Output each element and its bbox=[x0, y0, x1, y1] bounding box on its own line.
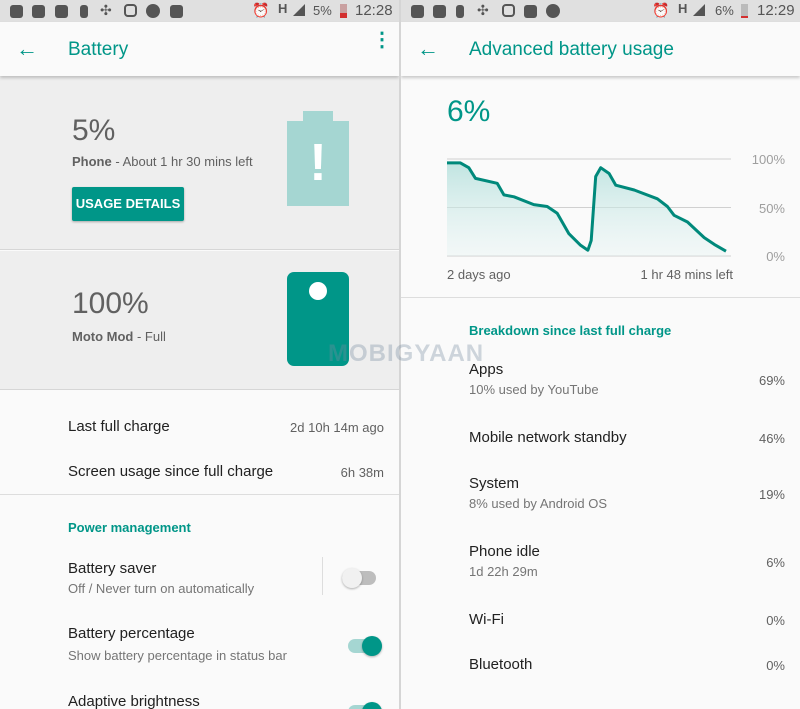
phone-battery-percent: 5% bbox=[72, 114, 116, 147]
back-arrow-icon[interactable]: ← bbox=[417, 36, 439, 62]
clock: 12:29 bbox=[757, 2, 795, 19]
item-percent: 6% bbox=[766, 555, 785, 570]
battery-percent: 6% bbox=[715, 3, 734, 18]
app-icon bbox=[546, 4, 560, 18]
setting-subtitle: Show battery percentage in status bar bbox=[68, 648, 287, 663]
item-subtitle: 8% used by Android OS bbox=[469, 496, 608, 511]
notification-icon bbox=[411, 5, 424, 18]
y-tick-100: 100% bbox=[751, 152, 785, 167]
adaptive-brightness-setting[interactable]: Adaptive brightness bbox=[0, 688, 399, 709]
notification-icon bbox=[433, 5, 446, 18]
moto-mod-card: 100% Moto Mod - Full bbox=[0, 251, 399, 390]
mod-battery-percent: 100% bbox=[72, 287, 149, 320]
item-title: Phone idle bbox=[469, 543, 540, 560]
alert-icon bbox=[10, 5, 23, 18]
usage-item[interactable]: Wi-Fi 0% bbox=[401, 610, 800, 654]
usage-item[interactable]: Bluetooth 0% bbox=[401, 655, 800, 699]
usage-item[interactable]: Phone idle 1d 22h 29m 6% bbox=[401, 542, 800, 586]
setting-title: Adaptive brightness bbox=[68, 693, 200, 709]
back-arrow-icon[interactable]: ← bbox=[16, 36, 38, 62]
battery-saver-setting[interactable]: Battery saver Off / Never turn on automa… bbox=[0, 555, 399, 600]
battery-icon bbox=[741, 4, 748, 18]
battery-alert-icon: ! bbox=[287, 121, 349, 206]
alarm-icon: ⏰ bbox=[252, 2, 270, 18]
phone-battery-card: 5% Phone - About 1 hr 30 mins left USAGE… bbox=[0, 76, 399, 250]
network-type: H bbox=[278, 1, 288, 16]
status-bar: ✣ ⏰ H 6% 12:29 bbox=[401, 0, 800, 22]
item-title: Wi-Fi bbox=[469, 611, 504, 628]
device-name: Moto Mod bbox=[72, 329, 134, 344]
screen-usage-label: Screen usage since full charge bbox=[68, 463, 274, 480]
page-title: Advanced battery usage bbox=[469, 39, 674, 60]
battery-percent: 5% bbox=[313, 3, 332, 18]
watermark-logo: MOBIGYAAN bbox=[328, 340, 485, 367]
item-title: Bluetooth bbox=[469, 656, 533, 673]
section-header: Breakdown since last full charge bbox=[469, 323, 672, 338]
item-subtitle: 10% used by YouTube bbox=[469, 382, 599, 397]
section-header: Power management bbox=[68, 520, 191, 535]
battery-saver-toggle[interactable] bbox=[342, 568, 376, 588]
phone-icon bbox=[80, 5, 88, 18]
time-left: - About 1 hr 30 mins left bbox=[111, 154, 253, 169]
usage-item[interactable]: System 8% used by Android OS 19% bbox=[401, 474, 800, 518]
divider bbox=[401, 297, 800, 298]
app-bar: ← Advanced battery usage bbox=[401, 22, 800, 76]
status-bar: ✣ ⏰ H 5% 12:28 bbox=[0, 0, 399, 22]
clock: 12:28 bbox=[355, 2, 393, 19]
battery-icon bbox=[340, 4, 347, 18]
usage-item[interactable]: Mobile network standby 46% bbox=[401, 428, 800, 472]
gallery-icon bbox=[524, 5, 537, 18]
y-tick-50: 50% bbox=[758, 201, 785, 216]
setting-subtitle: Off / Never turn on automatically bbox=[68, 581, 255, 596]
item-title: System bbox=[469, 475, 520, 492]
app-icon bbox=[146, 4, 160, 18]
y-tick-0: 0% bbox=[766, 249, 785, 264]
item-title: Mobile network standby bbox=[469, 429, 627, 446]
divider bbox=[0, 494, 399, 495]
screen-usage-value: 6h 38m bbox=[340, 465, 384, 480]
setting-title: Battery saver bbox=[68, 560, 157, 577]
notification-icon bbox=[32, 5, 45, 18]
alarm-icon: ⏰ bbox=[652, 2, 670, 18]
x-label-start: 2 days ago bbox=[447, 267, 511, 282]
phone-icon bbox=[456, 5, 464, 18]
app-bar: ← Battery ⋮ bbox=[0, 22, 399, 76]
usage-area bbox=[447, 162, 726, 256]
more-options-icon[interactable]: ⋮ bbox=[372, 30, 392, 50]
battery-percentage-setting[interactable]: Battery percentage Show battery percenta… bbox=[0, 620, 399, 665]
usage-details-button[interactable]: USAGE DETAILS bbox=[72, 187, 184, 221]
mod-status: - Full bbox=[133, 329, 166, 344]
device-name: Phone bbox=[72, 154, 112, 169]
item-subtitle: 1d 22h 29m bbox=[469, 564, 538, 579]
signal-icon bbox=[293, 4, 305, 16]
pinwheel-icon: ✣ bbox=[477, 2, 489, 18]
adaptive-brightness-toggle[interactable] bbox=[348, 702, 382, 709]
setting-title: Battery percentage bbox=[68, 625, 195, 642]
battery-percent-large: 6% bbox=[447, 95, 491, 128]
battery-percentage-toggle[interactable] bbox=[348, 636, 382, 656]
gallery-icon bbox=[170, 5, 183, 18]
item-percent: 46% bbox=[758, 431, 785, 446]
page-title: Battery bbox=[68, 39, 129, 60]
x-label-end: 1 hr 48 mins left bbox=[640, 267, 734, 282]
item-percent: 69% bbox=[758, 373, 785, 388]
network-type: H bbox=[678, 1, 688, 16]
item-percent: 19% bbox=[758, 487, 785, 502]
item-percent: 0% bbox=[766, 658, 785, 673]
last-full-charge-label: Last full charge bbox=[68, 418, 170, 435]
notification-icon bbox=[55, 5, 68, 18]
signal-icon bbox=[693, 4, 705, 16]
last-full-charge-value: 2d 10h 14m ago bbox=[290, 420, 384, 435]
instagram-icon bbox=[502, 4, 515, 17]
instagram-icon bbox=[124, 4, 137, 17]
pinwheel-icon: ✣ bbox=[100, 2, 112, 18]
item-percent: 0% bbox=[766, 613, 785, 628]
